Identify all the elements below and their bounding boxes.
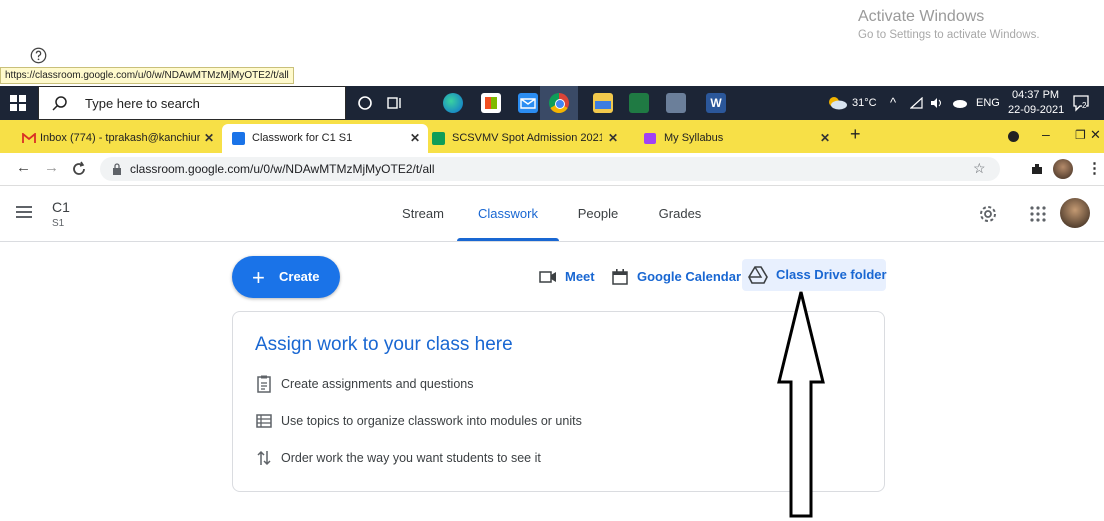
weather-icon[interactable]	[826, 96, 848, 110]
tab-classwork-label: Classwork for C1 S1	[252, 132, 353, 144]
tab-search-icon[interactable]	[1008, 131, 1019, 142]
notification-icon[interactable]	[1072, 94, 1090, 112]
tab-my-syllabus-label: My Syllabus	[664, 132, 724, 144]
card-item-label: Order work the way you want students to …	[281, 451, 541, 465]
class-drive-folder-label: Class Drive folder	[776, 267, 887, 282]
clock-time[interactable]: 04:37 PM	[1012, 89, 1059, 101]
active-tab-indicator	[457, 238, 559, 241]
browser-toolbar: ← → classroom.google.com/u/0/w/NDAwMTMzM…	[0, 153, 1104, 186]
more-menu-icon[interactable]: ⋮	[1087, 159, 1102, 177]
google-calendar-label: Google Calendar	[637, 269, 742, 284]
address-url[interactable]: classroom.google.com/u/0/w/NDAwMTMzMjMyO…	[130, 162, 435, 176]
taskbar-search-placeholder: Type here to search	[85, 96, 200, 111]
tab-classwork-nav[interactable]: Classwork	[460, 186, 556, 241]
gmail-icon	[22, 133, 36, 143]
reorder-arrows-icon	[257, 450, 271, 466]
profile-avatar[interactable]	[1053, 159, 1073, 179]
topic-list-icon	[256, 414, 272, 428]
mail-icon[interactable]	[518, 93, 538, 113]
classroom-icon	[232, 132, 245, 145]
card-item-label: Use topics to organize classwork into mo…	[281, 414, 582, 428]
excel-icon[interactable]	[629, 93, 649, 113]
class-section: S1	[52, 218, 65, 229]
windows-taskbar: Type here to search W 31°C ^ ENG 04:37 P…	[0, 86, 1104, 120]
chevron-up-icon[interactable]: ^	[890, 95, 896, 110]
bookmark-star-icon[interactable]: ☆	[973, 160, 986, 177]
close-icon[interactable]: ✕	[608, 124, 618, 153]
google-calendar-link[interactable]: Google Calendar	[612, 262, 741, 292]
close-icon[interactable]: ✕	[204, 124, 214, 153]
extensions-icon[interactable]	[1030, 162, 1044, 176]
new-tab-icon[interactable]: +	[850, 124, 861, 145]
edge-icon[interactable]	[443, 93, 463, 113]
create-button-label: Create	[279, 269, 320, 284]
activate-windows-title: Activate Windows	[858, 8, 985, 25]
tab-inbox[interactable]: Inbox (774) - tprakash@kanchiun ✕	[14, 124, 220, 153]
card-item-label: Create assignments and questions	[281, 377, 474, 391]
weather-temp[interactable]: 31°C	[852, 97, 877, 109]
meet-link[interactable]: Meet	[537, 262, 603, 292]
network-icon[interactable]	[910, 97, 924, 109]
account-avatar[interactable]	[1060, 198, 1090, 228]
store-icon[interactable]	[481, 93, 501, 113]
lock-icon[interactable]	[112, 163, 122, 175]
windows-start-icon[interactable]	[10, 95, 26, 111]
reload-icon[interactable]	[71, 161, 87, 177]
settings-gear-icon[interactable]	[978, 204, 998, 224]
calendar-icon	[612, 269, 628, 285]
tab-people[interactable]: People	[566, 186, 630, 241]
close-icon[interactable]: ✕	[820, 124, 830, 153]
tab-my-syllabus[interactable]: My Syllabus ✕	[640, 124, 830, 153]
restore-icon[interactable]: ❐	[1075, 128, 1086, 142]
activate-windows-subtitle: Go to Settings to activate Windows.	[858, 29, 1040, 41]
volume-icon[interactable]	[930, 97, 944, 109]
tab-grades[interactable]: Grades	[648, 186, 712, 241]
class-drive-folder-link[interactable]: Class Drive folder	[742, 259, 887, 291]
app-icon[interactable]	[666, 93, 686, 113]
classroom-header: C1 S1 Stream Classwork People Grades	[0, 186, 1104, 242]
create-button[interactable]: + Create	[232, 256, 340, 298]
tab-spot-admission[interactable]: SCSVMV Spot Admission 2021 (F ✕	[430, 124, 630, 153]
help-icon[interactable]	[30, 47, 47, 64]
clipboard-icon	[257, 375, 271, 393]
back-icon[interactable]: ←	[16, 159, 31, 176]
card-title: Assign work to your class here	[255, 334, 513, 355]
forward-icon[interactable]: →	[44, 159, 59, 176]
browser-tabstrip: Inbox (774) - tprakash@kanchiun ✕ Classw…	[0, 120, 1104, 153]
google-drive-icon	[748, 266, 768, 284]
tab-stream[interactable]: Stream	[388, 186, 458, 241]
notification-count: 2	[1082, 101, 1087, 110]
apps-grid-icon[interactable]	[1030, 206, 1046, 222]
tab-inbox-label: Inbox (774) - tprakash@kanchiun	[40, 132, 200, 144]
annotation-arrow	[777, 291, 825, 518]
class-name[interactable]: C1	[52, 199, 70, 215]
window-close-icon[interactable]: ✕	[1090, 127, 1101, 143]
sheets-icon	[432, 132, 445, 145]
chrome-icon[interactable]	[549, 93, 569, 113]
file-explorer-icon[interactable]	[593, 93, 613, 113]
minimize-icon[interactable]: –	[1042, 126, 1050, 142]
syllabus-icon	[644, 133, 656, 144]
video-camera-icon	[539, 271, 556, 283]
taskbar-search-box[interactable]: Type here to search	[38, 86, 346, 120]
tab-spot-admission-label: SCSVMV Spot Admission 2021 (F	[452, 132, 602, 144]
clock-date[interactable]: 22-09-2021	[1008, 104, 1064, 116]
hamburger-menu-icon[interactable]	[16, 205, 32, 219]
plus-icon: +	[252, 265, 265, 290]
search-icon	[52, 96, 67, 111]
address-bar[interactable]: classroom.google.com/u/0/w/NDAwMTMzMjMyO…	[100, 157, 1000, 181]
word-icon[interactable]: W	[706, 93, 726, 113]
close-icon[interactable]: ✕	[410, 124, 420, 153]
tab-classwork[interactable]: Classwork for C1 S1 ✕	[222, 124, 428, 153]
task-view-icon[interactable]	[387, 95, 403, 111]
cortana-icon[interactable]	[357, 95, 373, 111]
onedrive-icon[interactable]	[952, 97, 968, 109]
meet-label: Meet	[565, 269, 595, 284]
language-indicator[interactable]: ENG	[976, 97, 1000, 109]
link-status-tooltip: https://classroom.google.com/u/0/w/NDAwM…	[0, 67, 294, 84]
